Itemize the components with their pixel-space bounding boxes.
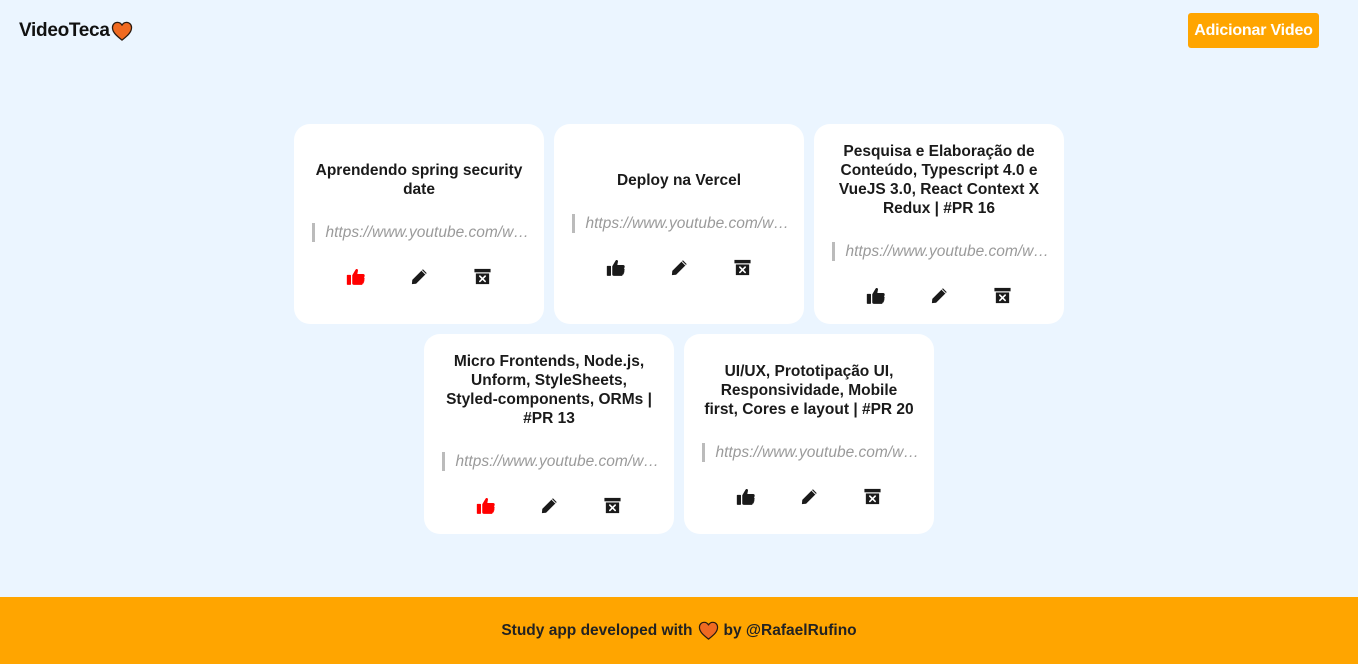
video-card: Pesquisa e Elaboração de Conteúdo, Types… [814,124,1064,324]
app-header: VideoTeca Adicionar Video [0,0,1358,64]
pencil-icon[interactable] [409,266,430,287]
card-actions [346,266,493,287]
pencil-icon[interactable] [929,285,950,306]
video-title: Pesquisa e Elaboração de Conteúdo, Types… [838,143,1040,217]
video-card: Micro Frontends, Node.js, Unform, StyleS… [424,334,674,534]
card-actions [476,495,623,516]
pencil-icon[interactable] [799,486,820,507]
footer-text-after: by @RafaelRufino [723,621,857,639]
card-actions [866,285,1013,306]
video-card: UI/UX, Prototipação UI, Responsividade, … [684,334,934,534]
video-title: Aprendendo spring security date [315,162,523,198]
trash-icon[interactable] [732,257,753,278]
video-card: Deploy na Vercel https://www.youtube.com… [554,124,804,324]
video-url[interactable]: https://www.youtube.com/watch [831,242,1057,261]
video-title: UI/UX, Prototipação UI, Responsividade, … [704,362,914,418]
video-url[interactable]: https://www.youtube.com/watch [441,452,667,471]
heart-icon [111,21,133,41]
trash-icon[interactable] [602,495,623,516]
video-url[interactable]: https://www.youtube.com/watch [571,213,797,233]
heart-icon [698,621,719,640]
footer-text-before: Study app developed with [501,621,693,639]
app-footer: Study app developed with by @RafaelRufin… [0,597,1358,664]
thumbs-up-icon[interactable] [606,257,627,278]
thumbs-up-icon[interactable] [346,266,367,287]
card-actions [606,257,753,278]
pencil-icon[interactable] [669,257,690,278]
pencil-icon[interactable] [539,495,560,516]
video-title: Micro Frontends, Node.js, Unform, StyleS… [446,353,652,427]
trash-icon[interactable] [472,266,493,287]
thumbs-up-icon[interactable] [476,495,497,516]
app-logo[interactable]: VideoTeca [19,20,133,42]
video-url[interactable]: https://www.youtube.com/watch [311,223,537,242]
trash-icon[interactable] [992,285,1013,306]
video-title: Deploy na Vercel [616,171,742,189]
card-actions [736,486,883,507]
trash-icon[interactable] [862,486,883,507]
thumbs-up-icon[interactable] [866,285,887,306]
thumbs-up-icon[interactable] [736,486,757,507]
video-url[interactable]: https://www.youtube.com/watch [701,442,927,462]
video-card: Aprendendo spring security date https://… [294,124,544,324]
app-title: VideoTeca [19,20,110,41]
add-video-button[interactable]: Adicionar Video [1188,13,1319,48]
